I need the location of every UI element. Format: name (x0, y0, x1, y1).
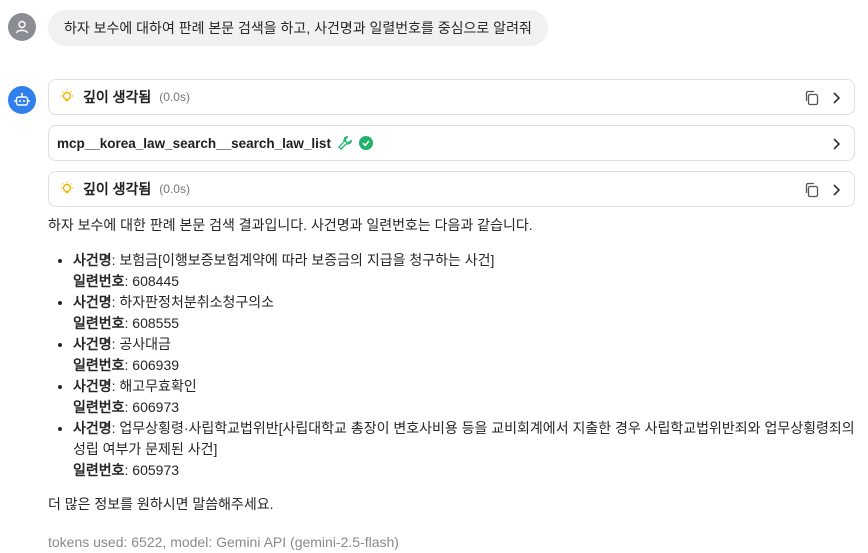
case-name-label: 사건명 (73, 420, 112, 436)
list-item: 사건명: 해고무효확인 일련번호: 606973 (73, 376, 860, 418)
case-name: : 보험금[이행보증보험계약에 따라 보증금의 지급을 청구하는 사건] (111, 252, 495, 268)
assistant-answer: 하자 보수에 대한 판례 본문 검색 결과입니다. 사건명과 일련번호는 다음과… (48, 215, 860, 553)
user-avatar (8, 13, 36, 41)
serial-label: 일련번호 (73, 315, 125, 331)
list-item: 사건명: 하자판정처분취소청구의소 일련번호: 608555 (73, 292, 860, 334)
check-circle-icon (358, 136, 373, 150)
bot-avatar (8, 86, 36, 114)
case-name-label: 사건명 (73, 252, 112, 268)
lightbulb-icon (59, 89, 75, 105)
case-name-label: 사건명 (73, 336, 112, 352)
list-item: 사건명: 보험금[이행보증보험계약에 따라 보증금의 지급을 청구하는 사건] … (73, 250, 860, 292)
case-name: : 해고무효확인 (111, 378, 197, 394)
case-name-label: 사건명 (73, 378, 112, 394)
copy-icon[interactable] (804, 182, 820, 198)
answer-intro: 하자 보수에 대한 판례 본문 검색 결과입니다. 사건명과 일련번호는 다음과… (48, 217, 533, 233)
case-list: 사건명: 보험금[이행보증보험계약에 따라 보증금의 지급을 청구하는 사건] … (48, 250, 860, 481)
serial-label: 일련번호 (73, 462, 125, 478)
thinking-time: (0.0s) (159, 90, 190, 104)
chevron-right-icon[interactable] (828, 90, 844, 106)
chevron-right-icon[interactable] (828, 136, 844, 152)
lightbulb-icon (59, 181, 75, 197)
tool-call-block[interactable]: mcp__korea_law_search__search_law_list (48, 125, 855, 161)
chevron-right-icon[interactable] (828, 182, 844, 198)
serial-label: 일련번호 (73, 399, 125, 415)
thinking-title: 깊이 생각됨 (83, 181, 152, 197)
serial-number: : 606973 (124, 399, 180, 415)
case-name: : 하자판정처분취소청구의소 (111, 294, 274, 310)
list-item: 사건명: 업무상횡령·사립학교법위반[사립대학교 총장이 변호사비용 등을 교비… (73, 418, 860, 481)
case-name: : 공사대금 (111, 336, 171, 352)
list-item: 사건명: 공사대금 일련번호: 606939 (73, 334, 860, 376)
thinking-block[interactable]: 깊이 생각됨 (0.0s) (48, 79, 855, 115)
answer-closing: 더 많은 정보를 원하시면 말씀해주세요. (48, 496, 274, 512)
serial-label: 일련번호 (73, 273, 125, 289)
serial-number: : 606939 (124, 357, 180, 373)
thinking-time: (0.0s) (159, 182, 190, 196)
serial-number: : 608445 (124, 273, 180, 289)
user-icon (15, 20, 29, 34)
case-name: : 업무상횡령·사립학교법위반[사립대학교 총장이 변호사비용 등을 교비회계에… (73, 420, 855, 457)
thinking-block[interactable]: 깊이 생각됨 (0.0s) (48, 171, 855, 207)
tool-name: mcp__korea_law_search__search_law_list (57, 135, 331, 151)
serial-number: : 605973 (124, 462, 180, 478)
wrench-icon (337, 135, 353, 151)
copy-icon[interactable] (804, 90, 820, 106)
thinking-title: 깊이 생각됨 (83, 89, 152, 105)
serial-number: : 608555 (124, 315, 180, 331)
robot-icon (14, 92, 30, 106)
user-message: 하자 보수에 대하여 판례 본문 검색을 하고, 사건명과 일렬번호를 중심으로… (48, 10, 548, 46)
serial-label: 일련번호 (73, 357, 125, 373)
case-name-label: 사건명 (73, 294, 112, 310)
